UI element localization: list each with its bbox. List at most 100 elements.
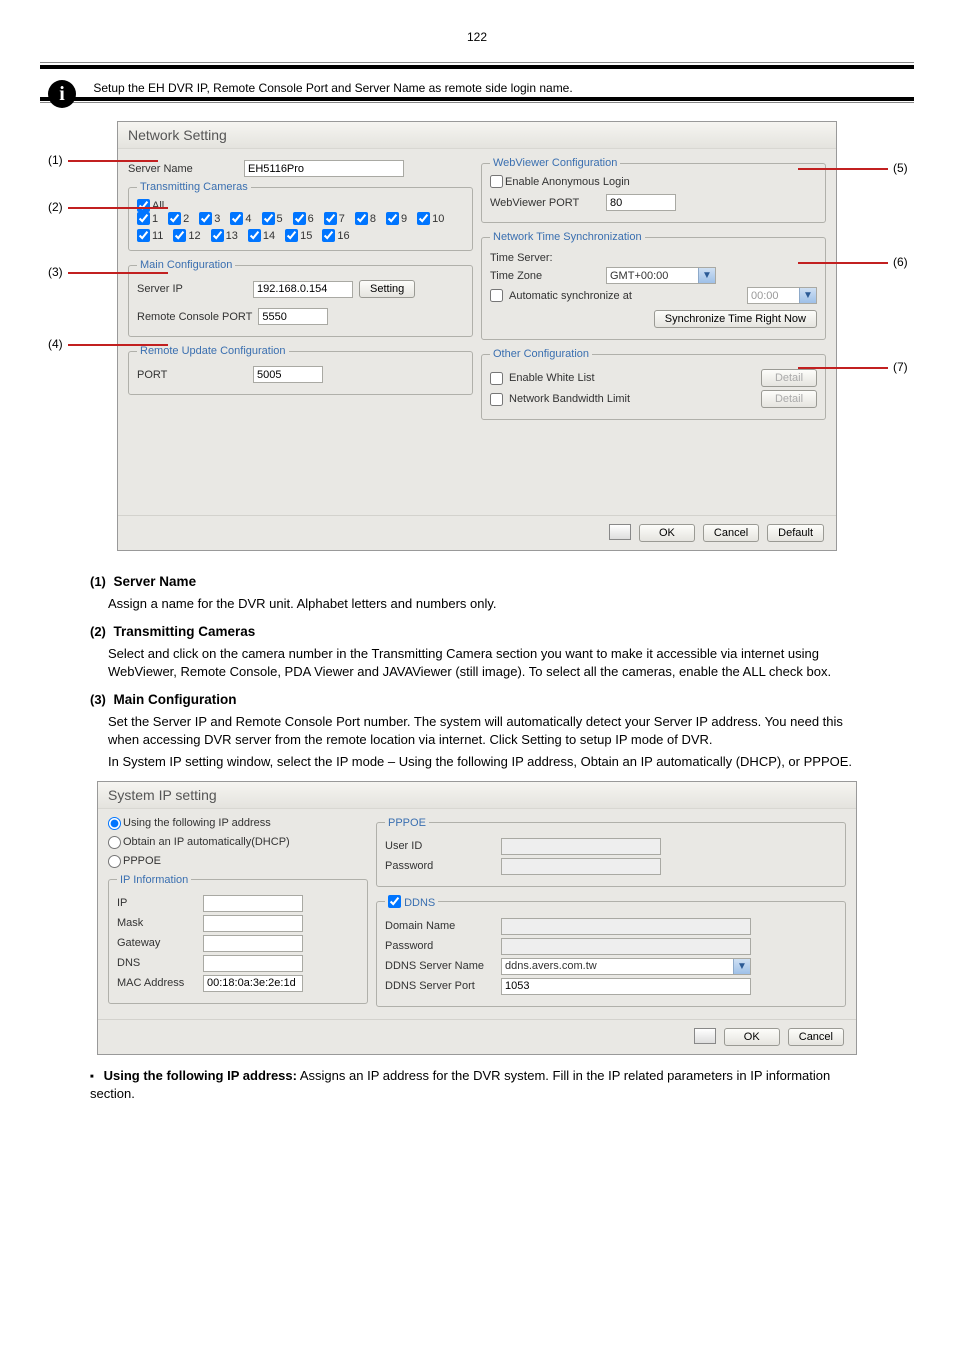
time-server-label: Time Server: — [490, 252, 600, 264]
sec2-title: Transmitting Cameras — [114, 624, 256, 639]
page-number: 122 — [40, 30, 914, 44]
whitelist-checkbox[interactable] — [490, 372, 503, 385]
other-config-legend: Other Configuration — [490, 348, 592, 360]
cam-checkbox-grid: 12345678910111213141516 — [137, 212, 464, 242]
cam-2-checkbox[interactable] — [168, 212, 181, 225]
cam-7-label: 7 — [339, 213, 345, 225]
radio-dhcp[interactable] — [108, 836, 121, 849]
default-button[interactable]: Default — [767, 524, 824, 542]
sec2-num: (2) — [90, 624, 106, 639]
cam-4-checkbox[interactable] — [230, 212, 243, 225]
transmitting-legend: Transmitting Cameras — [137, 181, 251, 193]
auto-sync-value: 00:00 — [748, 290, 799, 302]
radio-pppoe[interactable] — [108, 855, 121, 868]
ddns-password-input[interactable] — [501, 938, 751, 955]
cam-12-checkbox[interactable] — [173, 229, 186, 242]
auto-sync-combo[interactable]: 00:00▼ — [747, 287, 817, 304]
domain-input[interactable] — [501, 918, 751, 935]
cam-9-checkbox[interactable] — [386, 212, 399, 225]
callout-line — [798, 262, 888, 264]
cam-1-checkbox[interactable] — [137, 212, 150, 225]
cam-9-label: 9 — [401, 213, 407, 225]
callout-5: (5) — [893, 161, 908, 175]
callout-line — [68, 272, 168, 274]
cam-3-label: 3 — [214, 213, 220, 225]
pppoe-legend: PPPOE — [385, 817, 429, 829]
cam-6-checkbox[interactable] — [293, 212, 306, 225]
ddns-server-combo[interactable]: ddns.avers.com.tw▼ — [501, 958, 751, 975]
dns-input[interactable] — [203, 955, 303, 972]
callout-line — [68, 207, 168, 209]
sec1-title: Server Name — [114, 574, 197, 589]
gateway-label: Gateway — [117, 937, 197, 949]
userid-label: User ID — [385, 840, 495, 852]
anon-login-checkbox[interactable] — [490, 175, 503, 188]
cam-13-label: 13 — [226, 230, 238, 242]
other-config-fieldset: Other Configuration Enable White List De… — [481, 348, 826, 420]
cam-15-checkbox[interactable] — [285, 229, 298, 242]
ddns-password-label: Password — [385, 940, 495, 952]
ddns-port-label: DDNS Server Port — [385, 980, 495, 992]
auto-sync-checkbox[interactable] — [490, 289, 503, 302]
auto-sync-label: Automatic synchronize at — [509, 290, 741, 302]
cam-11-label: 11 — [152, 230, 163, 242]
whitelist-detail-button[interactable]: Detail — [761, 369, 817, 387]
cancel-button[interactable]: Cancel — [788, 1028, 844, 1046]
chevron-down-icon: ▼ — [733, 959, 750, 974]
cam-7-checkbox[interactable] — [324, 212, 337, 225]
cam-13-checkbox[interactable] — [211, 229, 224, 242]
ddns-port-input[interactable] — [501, 978, 751, 995]
bandwidth-detail-button[interactable]: Detail — [761, 390, 817, 408]
setting-button[interactable]: Setting — [359, 280, 415, 298]
sec1-body: Assign a name for the DVR unit. Alphabet… — [108, 595, 864, 613]
cam-14-checkbox[interactable] — [248, 229, 261, 242]
anon-login-label: Enable Anonymous Login — [505, 176, 630, 188]
bandwidth-checkbox[interactable] — [490, 393, 503, 406]
ip-info-fieldset: IP Information IP Mask Gateway DNS MAC A… — [108, 874, 368, 1004]
remote-console-input[interactable] — [258, 308, 328, 325]
cam-3-checkbox[interactable] — [199, 212, 212, 225]
cancel-button[interactable]: Cancel — [703, 524, 759, 542]
cam-5-checkbox[interactable] — [262, 212, 275, 225]
webviewer-port-input[interactable] — [606, 194, 676, 211]
remote-update-fieldset: Remote Update Configuration PORT — [128, 345, 473, 395]
cam-16-checkbox[interactable] — [322, 229, 335, 242]
callout-6: (6) — [893, 255, 908, 269]
sec3-body-a: Set the Server IP and Remote Console Por… — [108, 713, 864, 749]
dialog2-title: System IP setting — [98, 782, 856, 809]
sec2-body: Select and click on the camera number in… — [108, 645, 864, 681]
port-input[interactable] — [253, 366, 323, 383]
gateway-input[interactable] — [203, 935, 303, 952]
pppoe-password-input[interactable] — [501, 858, 661, 875]
sync-now-button[interactable]: Synchronize Time Right Now — [654, 310, 817, 328]
server-ip-input[interactable] — [253, 281, 353, 298]
sec3-num: (3) — [90, 692, 106, 707]
radio-static-ip[interactable] — [108, 817, 121, 830]
keyboard-icon[interactable] — [694, 1028, 716, 1044]
server-name-input[interactable] — [244, 160, 404, 177]
callout-1: (1) — [48, 153, 63, 167]
cam-all-checkbox[interactable] — [137, 199, 150, 212]
cam-14-label: 14 — [263, 230, 275, 242]
ok-button[interactable]: OK — [639, 524, 695, 542]
keyboard-icon[interactable] — [609, 524, 631, 540]
ok-button[interactable]: OK — [724, 1028, 780, 1046]
mask-input[interactable] — [203, 915, 303, 932]
callout-line — [798, 367, 888, 369]
ip-input[interactable] — [203, 895, 303, 912]
nts-fieldset: Network Time Synchronization Time Server… — [481, 231, 826, 340]
pppoe-fieldset: PPPOE User ID Password — [376, 817, 846, 887]
ddns-checkbox[interactable] — [388, 895, 401, 908]
ddns-legend-text: DDNS — [404, 897, 435, 909]
callout-7: (7) — [893, 360, 908, 374]
webviewer-legend: WebViewer Configuration — [490, 157, 620, 169]
time-zone-combo[interactable]: GMT+00:00▼ — [606, 267, 716, 284]
userid-input[interactable] — [501, 838, 661, 855]
cam-8-checkbox[interactable] — [355, 212, 368, 225]
cam-5-label: 5 — [277, 213, 283, 225]
ddns-server-value: ddns.avers.com.tw — [502, 960, 733, 972]
cam-11-checkbox[interactable] — [137, 229, 150, 242]
callout-3: (3) — [48, 265, 63, 279]
cam-10-checkbox[interactable] — [417, 212, 430, 225]
main-config-legend: Main Configuration — [137, 259, 235, 271]
